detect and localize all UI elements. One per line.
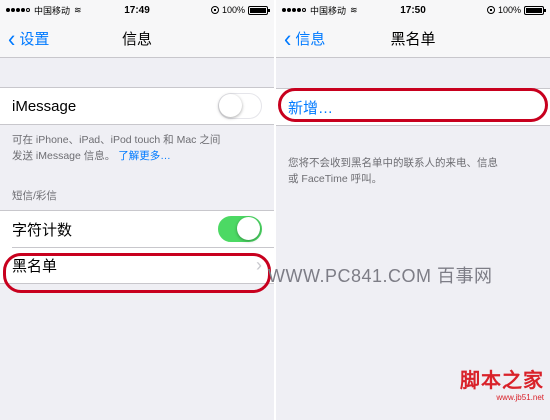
rotation-lock-icon	[486, 6, 495, 14]
chevron-left-icon: ‹	[8, 24, 16, 52]
sms-section-header: 短信/彩信	[12, 190, 57, 202]
imessage-label: iMessage	[12, 97, 77, 115]
back-button[interactable]: ‹ 信息	[276, 24, 326, 52]
add-group: 新增…	[276, 88, 550, 126]
footnote-line-1: 可在 iPhone、iPad、iPod touch 和 Mac 之间	[12, 134, 221, 146]
wifi-icon: ≋	[350, 4, 358, 15]
rotation-lock-icon	[210, 6, 219, 14]
add-new-button[interactable]: 新增…	[276, 89, 550, 125]
site-logo: 脚本之家 www.jb51.net	[460, 364, 544, 402]
imessage-row: iMessage	[0, 88, 274, 124]
status-bar: 中国移动 ≋ 17:50 100%	[276, 0, 550, 20]
sms-group: 字符计数 黑名单 ›	[0, 210, 274, 284]
battery-icon	[524, 5, 546, 15]
signal-icon	[282, 8, 306, 12]
battery-percent: 100%	[497, 5, 521, 15]
imessage-toggle[interactable]	[218, 93, 262, 119]
back-button-label: 设置	[19, 31, 50, 48]
blacklist-label: 黑名单	[12, 258, 58, 275]
char-count-row: 字符计数	[0, 211, 274, 247]
description-line-1: 您将不会收到黑名单中的联系人的来电、信息	[288, 157, 498, 169]
logo-text: 脚本之家	[460, 370, 544, 392]
chevron-left-icon: ‹	[284, 24, 292, 52]
back-button-label: 信息	[295, 31, 326, 48]
carrier-label: 中国移动	[34, 5, 71, 16]
char-count-toggle[interactable]	[218, 216, 262, 242]
blacklist-screen: 中国移动 ≋ 17:50 100% ‹ 信息 黑名单 新增… 您将不会收到黑名单…	[276, 0, 550, 420]
imessage-group: iMessage	[0, 87, 274, 125]
description-line-2: 或 FaceTime 呼叫。	[288, 173, 383, 185]
navigation-bar: ‹ 信息 黑名单	[276, 20, 550, 58]
carrier-label: 中国移动	[310, 5, 347, 16]
chevron-right-icon: ›	[256, 255, 262, 275]
signal-icon	[6, 8, 30, 12]
navigation-bar: ‹ 设置 信息	[0, 20, 274, 58]
battery-percent: 100%	[221, 5, 245, 15]
status-bar: 中国移动 ≋ 17:49 100%	[0, 0, 274, 20]
back-button[interactable]: ‹ 设置	[0, 24, 50, 52]
blacklist-description: 您将不会收到黑名单中的联系人的来电、信息 或 FaceTime 呼叫。	[276, 148, 550, 187]
blacklist-row[interactable]: 黑名单 ›	[12, 247, 274, 283]
char-count-label: 字符计数	[12, 221, 73, 239]
add-new-label: 新增…	[288, 99, 334, 117]
toggle-knob	[219, 94, 242, 117]
learn-more-link[interactable]: 了解更多…	[118, 150, 171, 162]
watermark-text: WWW.PC841.COM 百事网	[268, 266, 493, 286]
logo-url: www.jb51.net	[496, 393, 544, 402]
footnote-line-2: 发送 iMessage 信息。	[12, 150, 116, 162]
imessage-footnote: 可在 iPhone、iPad、iPod touch 和 Mac 之间 发送 iM…	[0, 125, 274, 164]
battery-icon	[248, 5, 270, 15]
messages-settings-screen: 中国移动 ≋ 17:49 100% ‹ 设置 信息 iMessage 可在 iP…	[0, 0, 274, 420]
wifi-icon: ≋	[74, 4, 82, 15]
toggle-knob	[237, 217, 260, 240]
